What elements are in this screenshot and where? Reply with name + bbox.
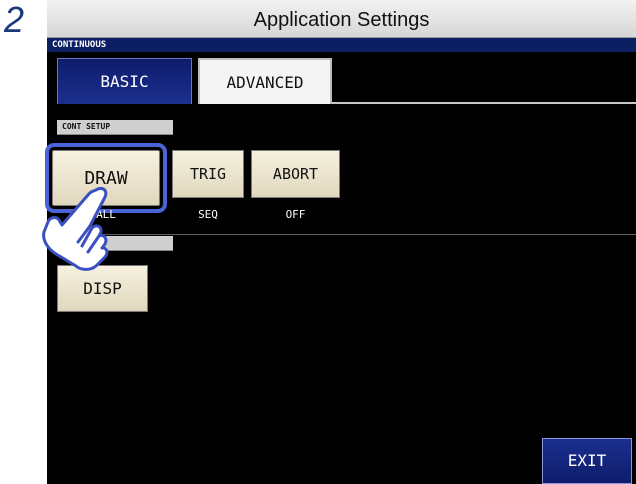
draw-button[interactable]: DRAW bbox=[45, 143, 167, 213]
tab-basic[interactable]: BASIC bbox=[57, 58, 192, 104]
exit-button[interactable]: EXIT bbox=[542, 438, 632, 484]
disp-button[interactable]: DISP bbox=[57, 265, 148, 312]
mode-strip: CONTINUOUS bbox=[47, 38, 636, 52]
trig-button[interactable]: TRIG bbox=[172, 150, 244, 198]
step-number: 2 bbox=[4, 0, 25, 40]
trig-value: SEQ bbox=[198, 208, 218, 221]
tab-divider bbox=[332, 102, 636, 104]
tab-advanced[interactable]: ADVANCED bbox=[198, 58, 332, 104]
abort-button[interactable]: ABORT bbox=[251, 150, 340, 198]
tab-advanced-label: ADVANCED bbox=[226, 73, 304, 92]
title-bar: Application Settings bbox=[47, 0, 636, 38]
window-title: Application Settings bbox=[253, 9, 430, 31]
tab-basic-label: BASIC bbox=[100, 72, 149, 91]
device-screen: CONTINUOUS BASIC ADVANCED CONT SETUP DRA… bbox=[45, 38, 636, 484]
draw-value: ALL bbox=[96, 208, 116, 221]
section-label-cont-setup: CONT SETUP bbox=[57, 120, 173, 135]
section-separator bbox=[47, 234, 636, 235]
section-label-function: FUNCTION bbox=[57, 236, 173, 251]
mode-label: CONTINUOUS bbox=[52, 40, 107, 50]
abort-value: OFF bbox=[285, 208, 306, 221]
